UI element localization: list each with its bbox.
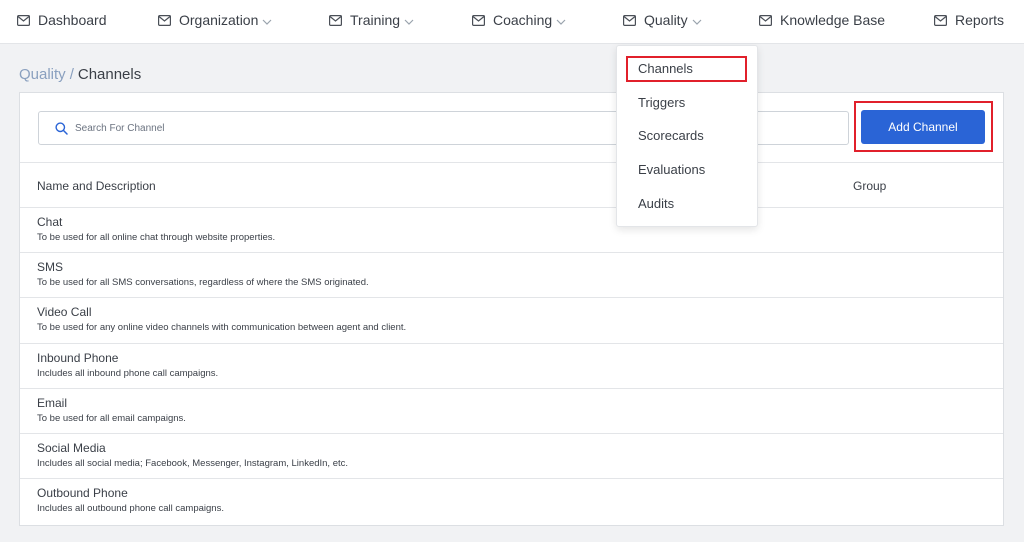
channel-description: Includes all outbound phone call campaig… [37, 503, 224, 515]
mail-icon [472, 14, 485, 26]
channels-table-body: Chat To be used for all online chat thro… [20, 208, 1003, 524]
nav-label: Dashboard [38, 12, 107, 28]
nav-label: Coaching [493, 12, 553, 28]
channels-panel: Add Channel Name and Description Group C… [19, 92, 1004, 526]
channel-name: Email [37, 395, 68, 410]
channel-name: Inbound Phone [37, 350, 119, 365]
table-header: Name and Description Group [20, 162, 1003, 208]
nav-item-dashboard[interactable]: Dashboard [17, 0, 107, 40]
table-row[interactable]: Inbound Phone Includes all inbound phone… [20, 344, 1003, 389]
menu-item-triggers[interactable]: Triggers [638, 95, 685, 110]
channel-name: SMS [37, 260, 64, 275]
nav-item-coaching[interactable]: Coaching [472, 0, 566, 40]
nav-label: Organization [179, 12, 259, 28]
column-header-group[interactable]: Group [853, 179, 886, 193]
breadcrumb-separator: / [69, 66, 74, 83]
table-row[interactable]: Video Call To be used for any online vid… [20, 298, 1003, 344]
nav-item-organization[interactable]: Organization [158, 0, 272, 40]
nav-label: Knowledge Base [780, 12, 886, 28]
channel-description: Includes all social media; Facebook, Mes… [37, 457, 349, 469]
mail-icon [759, 14, 772, 26]
table-row[interactable]: Social Media Includes all social media; … [20, 434, 1003, 480]
channel-name: Outbound Phone [37, 486, 128, 501]
breadcrumb-parent-link[interactable]: Quality [19, 66, 66, 83]
chevron-down-icon [556, 19, 566, 25]
top-navigation: Dashboard Organization Training Coaching… [0, 0, 1024, 44]
column-header-name[interactable]: Name and Description [37, 179, 156, 193]
nav-label: Reports [955, 12, 1005, 28]
mail-icon [158, 14, 171, 26]
channel-description: Includes all inbound phone call campaign… [37, 367, 219, 379]
channel-description: To be used for any online video channels… [37, 322, 407, 334]
table-row[interactable]: Chat To be used for all online chat thro… [20, 208, 1003, 254]
nav-item-knowledge-base[interactable]: Knowledge Base [759, 0, 885, 40]
nav-item-reports[interactable]: Reports [934, 0, 1004, 40]
mail-icon [623, 14, 636, 26]
chevron-down-icon [404, 19, 414, 25]
nav-label: Quality [644, 12, 688, 28]
chevron-down-icon [692, 19, 702, 25]
menu-item-evaluations[interactable]: Evaluations [638, 162, 705, 177]
search-icon [55, 121, 68, 135]
quality-dropdown-menu: Channels Triggers Scorecards Evaluations… [616, 45, 758, 227]
nav-item-quality[interactable]: Quality [623, 0, 702, 40]
mail-icon [17, 14, 30, 26]
channel-description: To be used for all SMS conversations, re… [37, 277, 369, 289]
channel-description: To be used for all online chat through w… [37, 232, 276, 243]
table-row[interactable]: Email To be used for all email campaigns… [20, 389, 1003, 434]
table-row[interactable]: SMS To be used for all SMS conversations… [20, 253, 1003, 299]
nav-label: Training [350, 12, 401, 28]
menu-item-audits[interactable]: Audits [638, 196, 674, 211]
menu-item-channels[interactable]: Channels [638, 61, 693, 76]
channel-description: To be used for all email campaigns. [37, 412, 186, 424]
add-channel-button[interactable]: Add Channel [861, 110, 985, 144]
mail-icon [934, 14, 947, 26]
chevron-down-icon [262, 19, 272, 25]
page-title: Channels [77, 66, 142, 83]
channel-name: Chat [37, 215, 63, 229]
mail-icon [329, 14, 342, 26]
channel-name: Social Media [37, 440, 106, 455]
menu-item-scorecards[interactable]: Scorecards [638, 128, 704, 143]
nav-item-training[interactable]: Training [329, 0, 414, 40]
breadcrumb: Quality / Channels [19, 66, 141, 83]
channel-name: Video Call [37, 305, 92, 320]
table-row[interactable]: Outbound Phone Includes all outbound pho… [20, 479, 1003, 524]
